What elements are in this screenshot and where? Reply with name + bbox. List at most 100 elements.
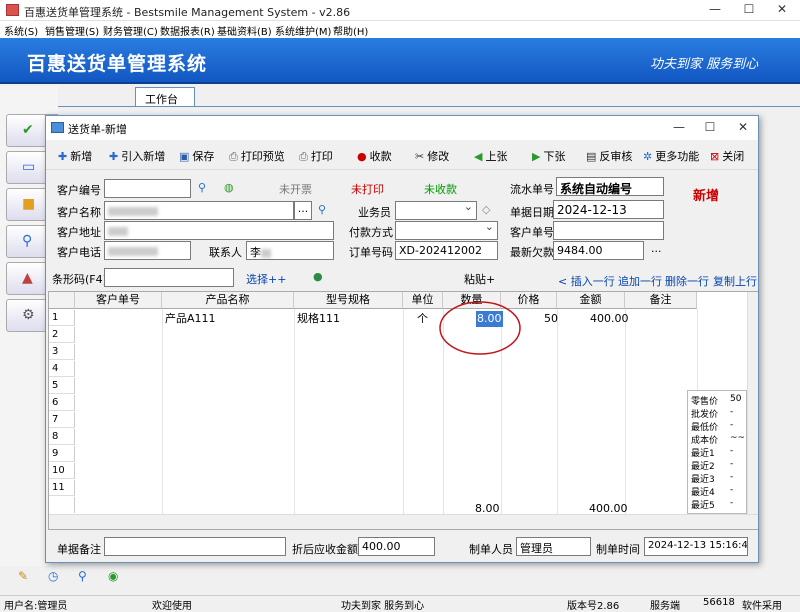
status-collect: 未收款 bbox=[424, 183, 457, 196]
dialog-minimize-button[interactable]: — bbox=[670, 120, 688, 136]
customer-name-search-icon[interactable]: ⚲ bbox=[318, 203, 326, 216]
latest-debt-more-button[interactable]: ... bbox=[651, 242, 662, 255]
import-add-button[interactable]: ✚ 引入新增 bbox=[109, 148, 165, 164]
modify-button[interactable]: ✂ 修改 bbox=[415, 148, 449, 164]
menu-sales[interactable]: 销售管理(S) bbox=[45, 23, 99, 38]
more-functions-button[interactable]: ✲ 更多功能 bbox=[643, 148, 699, 164]
close-button[interactable]: ✕ bbox=[773, 2, 791, 18]
unapprove-button[interactable]: ▤ 反审核 bbox=[586, 148, 632, 164]
eraser-icon[interactable]: ◇ bbox=[482, 203, 490, 216]
contact-input[interactable]: 李 bbox=[246, 241, 334, 260]
dialog-close-button[interactable]: ✕ bbox=[734, 120, 752, 136]
status-welcome: 欢迎使用 bbox=[152, 601, 192, 612]
serial-no-field[interactable]: 系统自动编号 bbox=[556, 177, 664, 196]
printer-icon: ⎙ bbox=[299, 150, 308, 163]
append-row-button[interactable]: 追加一行 bbox=[618, 273, 662, 289]
note-icon[interactable]: ✎ bbox=[18, 569, 28, 583]
customer-phone-label: 客户电话 bbox=[57, 246, 101, 259]
customer-search-icon[interactable]: ⚲ bbox=[198, 181, 206, 194]
gear-icon: ✲ bbox=[643, 150, 653, 163]
creator-label: 制单人员 bbox=[469, 543, 513, 556]
price-label: 批发价 bbox=[691, 410, 719, 420]
customer-doc-label: 客户单号 bbox=[510, 226, 554, 239]
grid-header-customer-doc[interactable]: 客户单号 bbox=[75, 292, 162, 309]
latest-debt-field: 9484.00 bbox=[553, 241, 644, 260]
dialog-maximize-button[interactable]: ☐ bbox=[701, 120, 719, 136]
order-no-input[interactable]: XD-202412002 bbox=[395, 241, 498, 260]
delivery-note-dialog: 送货单-新增 — ☐ ✕ ✚ 新增 ✚ 引入新增 ▣ 保存 ⎙ 打印预览 ⎙ 打印 ● 收款… bbox=[45, 115, 759, 563]
grid-header-remark[interactable]: 备注 bbox=[625, 292, 697, 309]
row-number: 11 bbox=[49, 480, 75, 496]
dialog-icon bbox=[51, 122, 64, 133]
price-value: - bbox=[730, 498, 734, 508]
print-preview-button[interactable]: ⎙ 打印预览 bbox=[229, 148, 285, 164]
remark-input[interactable] bbox=[104, 537, 286, 556]
row-number: 7 bbox=[49, 412, 75, 428]
globe-icon[interactable]: ● bbox=[313, 270, 323, 283]
menu-help[interactable]: 帮助(H) bbox=[333, 23, 368, 38]
prev-button[interactable]: ◀ 上张 bbox=[474, 148, 507, 164]
gear-icon: ⚙ bbox=[22, 307, 35, 323]
cell-unit[interactable]: 个 bbox=[417, 311, 428, 327]
cell-amount[interactable]: 400.00 bbox=[590, 311, 629, 327]
menu-reports[interactable]: 数据报表(R) bbox=[160, 23, 215, 38]
price-label: 最近5 bbox=[691, 501, 715, 511]
price-label: 最近2 bbox=[691, 462, 715, 472]
cell-price[interactable]: 50 bbox=[544, 311, 558, 327]
refresh-icon[interactable]: ◉ bbox=[108, 569, 118, 583]
contact-label: 联系人 bbox=[209, 246, 242, 259]
check-icon: ✔ bbox=[22, 122, 34, 138]
customer-name-browse-button[interactable]: ... bbox=[294, 201, 312, 220]
customer-phone-input[interactable] bbox=[104, 241, 191, 260]
dialog-toolbar: ✚ 新增 ✚ 引入新增 ▣ 保存 ⎙ 打印预览 ⎙ 打印 ● 收款 ✂ 修改 ◀ 上张 ▶ 下张 … bbox=[46, 140, 758, 170]
row-number: 3 bbox=[49, 344, 75, 360]
folder-icon: ■ bbox=[22, 196, 36, 212]
grid-header-product[interactable]: 产品名称 bbox=[162, 292, 294, 309]
next-button[interactable]: ▶ 下张 bbox=[532, 148, 565, 164]
customer-name-input[interactable] bbox=[104, 201, 294, 220]
barcode-input[interactable] bbox=[104, 268, 234, 287]
close-dialog-button[interactable]: ⊠ 关闭 bbox=[710, 148, 744, 164]
minimize-button[interactable]: — bbox=[706, 2, 724, 18]
menu-finance[interactable]: 财务管理(C) bbox=[103, 23, 158, 38]
print-button[interactable]: ⎙ 打印 bbox=[299, 148, 333, 164]
salesperson-select[interactable] bbox=[395, 201, 477, 220]
app-icon bbox=[6, 4, 19, 16]
price-value: - bbox=[730, 472, 734, 482]
select-link[interactable]: 选择++ bbox=[246, 271, 286, 287]
tab-workspace[interactable]: 工作台 bbox=[135, 87, 195, 107]
search-icon[interactable]: ⚲ bbox=[78, 569, 87, 583]
menu-maintenance[interactable]: 系统维护(M) bbox=[275, 23, 331, 38]
save-button[interactable]: ▣ 保存 bbox=[179, 148, 214, 164]
doc-date-picker[interactable]: 2024-12-13 bbox=[553, 200, 664, 219]
grid-vertical-scrollbar[interactable] bbox=[747, 292, 758, 514]
window-title: 百惠送货单管理系统 - Bestsmile Management System … bbox=[24, 6, 351, 19]
customer-refresh-icon[interactable]: ◍ bbox=[224, 181, 234, 194]
highlight-circle bbox=[439, 301, 521, 355]
row-number: 8 bbox=[49, 429, 75, 445]
customer-doc-input[interactable] bbox=[553, 221, 664, 240]
delete-row-button[interactable]: 删除一行 bbox=[665, 273, 709, 289]
cell-spec[interactable]: 规格111 bbox=[297, 311, 340, 327]
collect-button[interactable]: ● 收款 bbox=[357, 148, 392, 164]
grid-horizontal-scrollbar[interactable] bbox=[49, 514, 758, 529]
clock-icon[interactable]: ◷ bbox=[48, 569, 58, 583]
add-button[interactable]: ✚ 新增 bbox=[58, 148, 92, 164]
cell-product[interactable]: 产品A111 bbox=[165, 311, 216, 327]
payment-method-select[interactable] bbox=[395, 221, 498, 240]
order-no-label: 订单号码 bbox=[349, 246, 393, 259]
grid-header-spec[interactable]: 型号规格 bbox=[294, 292, 403, 309]
status-version: 版本号2.86 bbox=[567, 601, 620, 612]
insert-row-button[interactable]: < 插入一行 bbox=[558, 273, 615, 289]
row-number: 4 bbox=[49, 361, 75, 377]
customer-address-input[interactable] bbox=[104, 221, 334, 240]
row-number: 10 bbox=[49, 463, 75, 479]
maximize-button[interactable]: ☐ bbox=[740, 2, 758, 18]
menu-basic-data[interactable]: 基础资料(B) bbox=[217, 23, 272, 38]
menu-system[interactable]: 系统(S) bbox=[4, 23, 38, 38]
paste-button[interactable]: 粘贴+ bbox=[464, 271, 495, 287]
customer-code-input[interactable] bbox=[104, 179, 191, 198]
copy-row-button[interactable]: 复制上行 bbox=[713, 273, 757, 289]
status-server: 服务端 bbox=[650, 601, 680, 612]
grid-header-amount[interactable]: 金额 bbox=[557, 292, 625, 309]
